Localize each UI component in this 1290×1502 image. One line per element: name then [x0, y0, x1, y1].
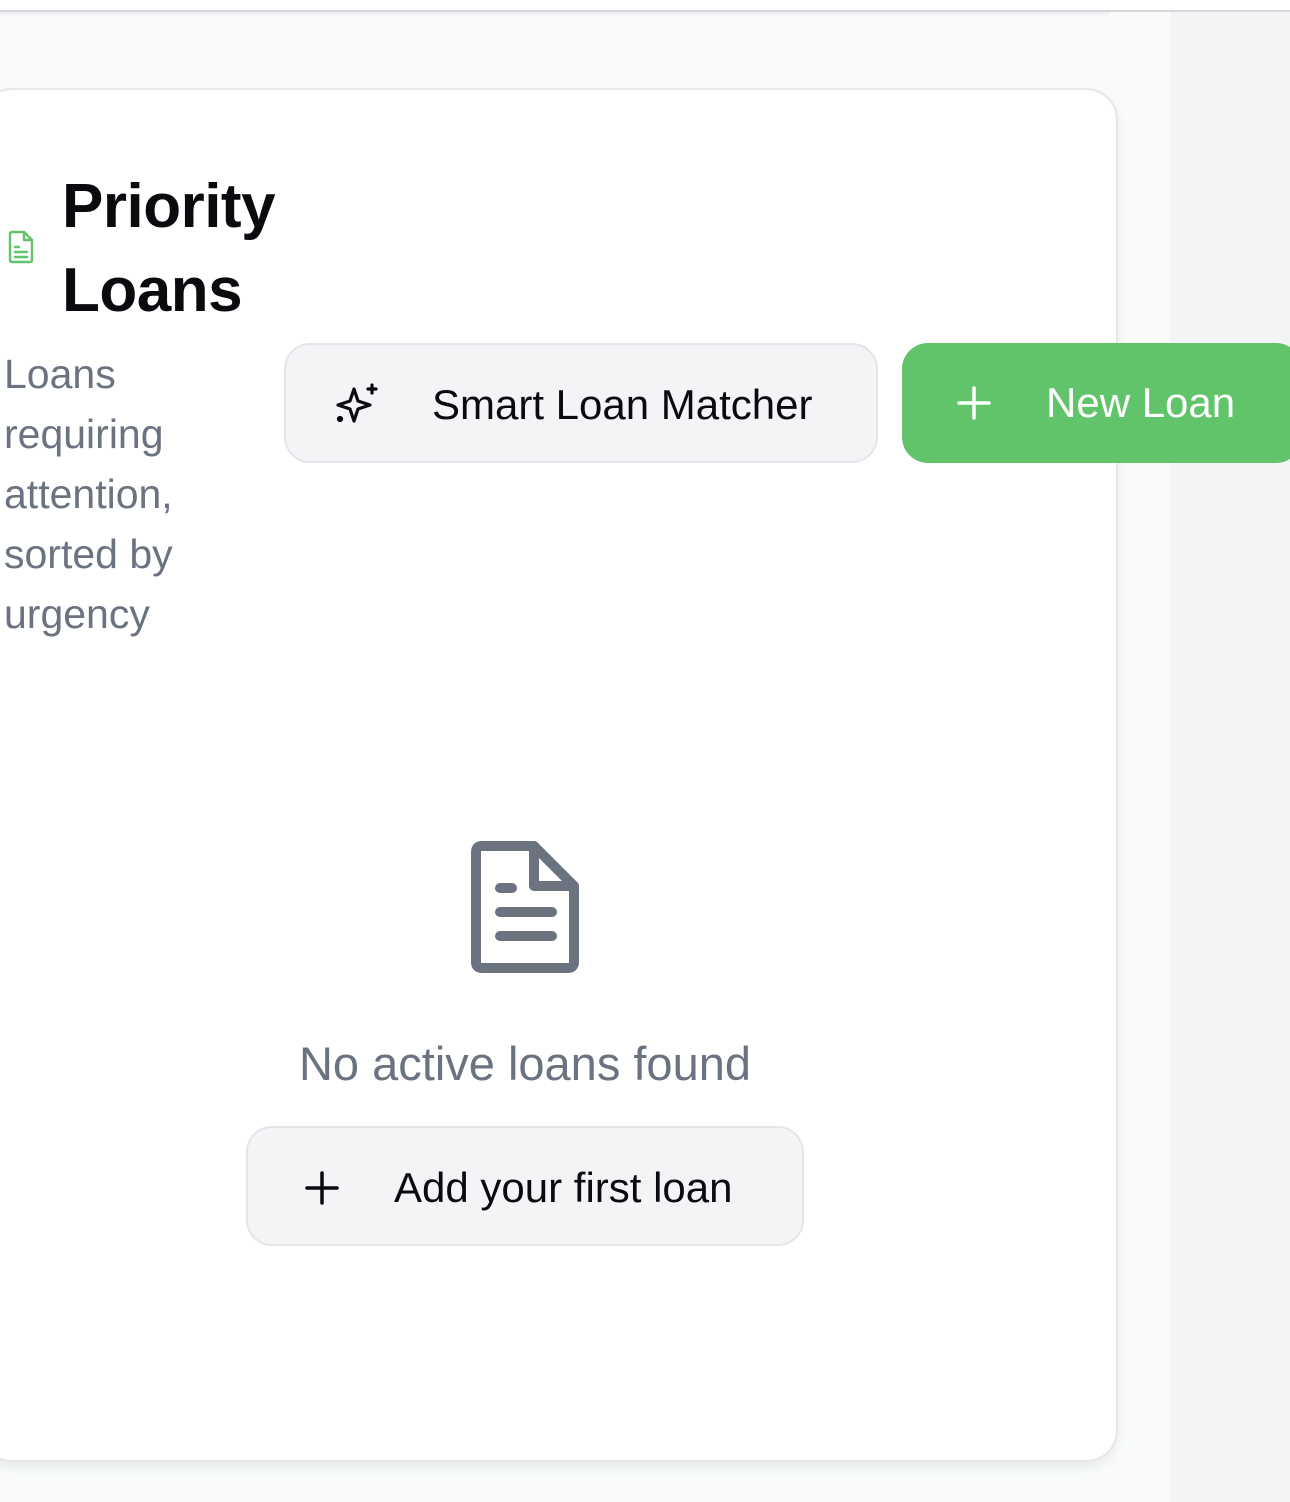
document-icon [8, 230, 34, 264]
section-title: Priority Loans [62, 172, 276, 325]
section-subtitle: Loans requiring attention, sorted by urg… [4, 351, 173, 637]
smart-loan-matcher-button[interactable]: Smart Loan Matcher [284, 343, 878, 463]
add-first-loan-button[interactable]: Add your first loan [246, 1126, 804, 1246]
document-icon [471, 841, 579, 973]
new-loan-button[interactable]: New Loan [902, 343, 1290, 463]
plus-icon [305, 1171, 339, 1205]
plus-icon [957, 386, 991, 420]
add-first-loan-label: Add your first loan [394, 1164, 733, 1211]
sparkles-icon [336, 383, 378, 423]
smart-loan-matcher-label: Smart Loan Matcher [432, 381, 813, 428]
empty-state-message: No active loans found [298, 1037, 751, 1090]
header-shadow [0, 12, 1110, 16]
right-panel-background [1170, 12, 1290, 1502]
new-loan-label: New Loan [1046, 379, 1236, 426]
top-bar [0, 0, 1290, 12]
